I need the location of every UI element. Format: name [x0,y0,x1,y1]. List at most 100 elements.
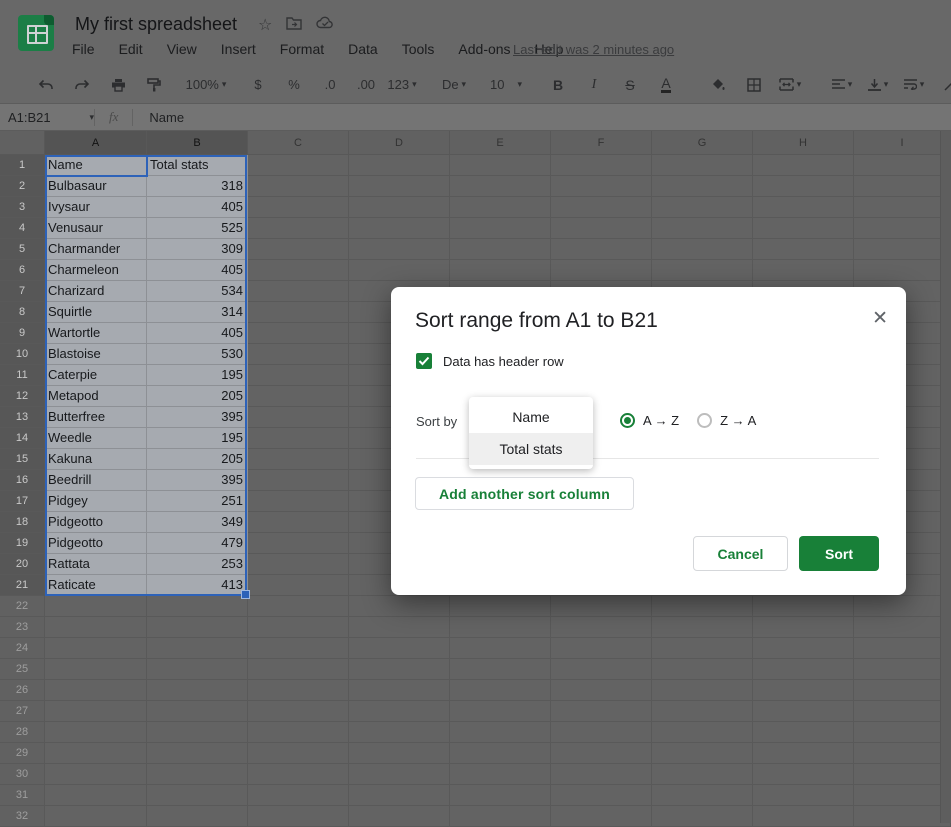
cell-A6[interactable]: Charmeleon [45,260,147,281]
column-header-C[interactable]: C [248,131,349,155]
cell-G27[interactable] [652,701,753,722]
cell-H26[interactable] [753,680,854,701]
merge-cells-button[interactable]: ▾ [774,73,806,97]
cell-B23[interactable] [147,617,248,638]
cell-G2[interactable] [652,176,753,197]
cell-A31[interactable] [45,785,147,806]
cell-C28[interactable] [248,722,349,743]
cell-I32[interactable] [854,806,951,827]
cell-E24[interactable] [450,638,551,659]
cell-H30[interactable] [753,764,854,785]
cell-F30[interactable] [551,764,652,785]
cell-D28[interactable] [349,722,450,743]
cell-E2[interactable] [450,176,551,197]
row-header-26[interactable]: 26 [0,680,45,701]
print-button[interactable] [102,73,134,97]
cell-D25[interactable] [349,659,450,680]
cell-F3[interactable] [551,197,652,218]
radio-az-icon[interactable] [620,413,635,428]
cell-B21[interactable]: 413 [147,575,248,596]
row-header-10[interactable]: 10 [0,344,45,365]
cell-A8[interactable]: Squirtle [45,302,147,323]
row-header-25[interactable]: 25 [0,659,45,680]
menu-tools[interactable]: Tools [402,41,435,57]
cell-H25[interactable] [753,659,854,680]
cell-I23[interactable] [854,617,951,638]
cell-C10[interactable] [248,344,349,365]
row-header-31[interactable]: 31 [0,785,45,806]
cell-H3[interactable] [753,197,854,218]
cell-C20[interactable] [248,554,349,575]
cell-E32[interactable] [450,806,551,827]
cell-F5[interactable] [551,239,652,260]
row-header-13[interactable]: 13 [0,407,45,428]
cell-A22[interactable] [45,596,147,617]
cell-C9[interactable] [248,323,349,344]
row-header-32[interactable]: 32 [0,806,45,827]
column-header-A[interactable]: A [45,131,147,155]
cell-F29[interactable] [551,743,652,764]
cell-C26[interactable] [248,680,349,701]
name-box[interactable]: A1:B21▾ [0,110,94,125]
cell-A24[interactable] [45,638,147,659]
cancel-button[interactable]: Cancel [693,536,788,571]
row-header-1[interactable]: 1 [0,155,45,176]
cell-H23[interactable] [753,617,854,638]
cell-B14[interactable]: 195 [147,428,248,449]
close-icon[interactable]: ✕ [872,309,888,328]
cell-B22[interactable] [147,596,248,617]
cell-E28[interactable] [450,722,551,743]
strikethrough-button[interactable]: S [614,73,646,97]
cell-B19[interactable]: 479 [147,533,248,554]
text-rotation-button[interactable] [934,73,951,97]
cell-B5[interactable]: 309 [147,239,248,260]
cell-A26[interactable] [45,680,147,701]
row-header-9[interactable]: 9 [0,323,45,344]
cell-C17[interactable] [248,491,349,512]
cell-I5[interactable] [854,239,951,260]
cell-C23[interactable] [248,617,349,638]
cell-I31[interactable] [854,785,951,806]
bold-button[interactable]: B [542,73,574,97]
cell-G30[interactable] [652,764,753,785]
grid-corner[interactable] [0,131,45,155]
menu-file[interactable]: File [72,41,95,57]
column-header-B[interactable]: B [147,131,248,155]
cell-E27[interactable] [450,701,551,722]
cell-E29[interactable] [450,743,551,764]
cell-A13[interactable]: Butterfree [45,407,147,428]
column-header-I[interactable]: I [854,131,951,155]
fill-color-button[interactable] [702,73,734,97]
cell-H2[interactable] [753,176,854,197]
cell-C2[interactable] [248,176,349,197]
star-icon[interactable]: ☆ [258,15,272,35]
cell-B24[interactable] [147,638,248,659]
cell-A25[interactable] [45,659,147,680]
cell-A14[interactable]: Weedle [45,428,147,449]
cell-G23[interactable] [652,617,753,638]
cell-G28[interactable] [652,722,753,743]
row-header-2[interactable]: 2 [0,176,45,197]
italic-button[interactable]: I [578,73,610,97]
cell-D26[interactable] [349,680,450,701]
cell-A27[interactable] [45,701,147,722]
cell-E22[interactable] [450,596,551,617]
menu-insert[interactable]: Insert [221,41,256,57]
add-sort-column-button[interactable]: Add another sort column [415,477,634,510]
cell-E3[interactable] [450,197,551,218]
cell-F23[interactable] [551,617,652,638]
cell-A11[interactable]: Caterpie [45,365,147,386]
text-wrap-button[interactable]: ▾ [898,73,930,97]
row-header-20[interactable]: 20 [0,554,45,575]
cell-B12[interactable]: 205 [147,386,248,407]
radio-option-az[interactable]: A → Z [620,413,679,428]
radio-option-za[interactable]: Z → A [697,413,756,428]
cell-F25[interactable] [551,659,652,680]
cell-D4[interactable] [349,218,450,239]
increase-decimal-button[interactable]: .00 [350,73,382,97]
cell-B30[interactable] [147,764,248,785]
cell-D6[interactable] [349,260,450,281]
row-header-23[interactable]: 23 [0,617,45,638]
row-header-17[interactable]: 17 [0,491,45,512]
menu-view[interactable]: View [167,41,197,57]
